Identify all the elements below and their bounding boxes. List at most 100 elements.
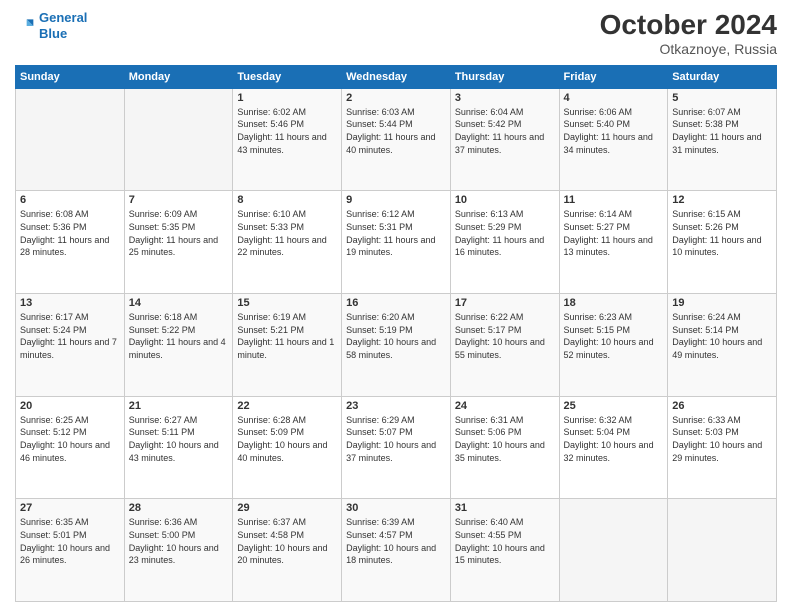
day-cell-2-3: 16 Sunrise: 6:20 AMSunset: 5:19 PMDaylig… bbox=[342, 294, 451, 397]
header-thursday: Thursday bbox=[450, 65, 559, 88]
day-number: 18 bbox=[564, 297, 664, 309]
day-number: 23 bbox=[346, 400, 446, 412]
day-cell-3-0: 20 Sunrise: 6:25 AMSunset: 5:12 PMDaylig… bbox=[16, 396, 125, 499]
week-row-4: 27 Sunrise: 6:35 AMSunset: 5:01 PMDaylig… bbox=[16, 499, 777, 602]
day-info: Sunrise: 6:37 AMSunset: 4:58 PMDaylight:… bbox=[237, 516, 337, 566]
day-cell-1-5: 11 Sunrise: 6:14 AMSunset: 5:27 PMDaylig… bbox=[559, 191, 668, 294]
day-cell-0-3: 2 Sunrise: 6:03 AMSunset: 5:44 PMDayligh… bbox=[342, 88, 451, 191]
day-cell-2-6: 19 Sunrise: 6:24 AMSunset: 5:14 PMDaylig… bbox=[668, 294, 777, 397]
day-info: Sunrise: 6:17 AMSunset: 5:24 PMDaylight:… bbox=[20, 311, 120, 361]
day-info: Sunrise: 6:35 AMSunset: 5:01 PMDaylight:… bbox=[20, 516, 120, 566]
day-number: 27 bbox=[20, 502, 120, 514]
day-cell-2-1: 14 Sunrise: 6:18 AMSunset: 5:22 PMDaylig… bbox=[124, 294, 233, 397]
week-row-2: 13 Sunrise: 6:17 AMSunset: 5:24 PMDaylig… bbox=[16, 294, 777, 397]
day-info: Sunrise: 6:40 AMSunset: 4:55 PMDaylight:… bbox=[455, 516, 555, 566]
logo: General Blue bbox=[15, 10, 87, 41]
day-cell-3-5: 25 Sunrise: 6:32 AMSunset: 5:04 PMDaylig… bbox=[559, 396, 668, 499]
day-number: 9 bbox=[346, 194, 446, 206]
day-cell-1-0: 6 Sunrise: 6:08 AMSunset: 5:36 PMDayligh… bbox=[16, 191, 125, 294]
day-info: Sunrise: 6:19 AMSunset: 5:21 PMDaylight:… bbox=[237, 311, 337, 361]
day-info: Sunrise: 6:07 AMSunset: 5:38 PMDaylight:… bbox=[672, 106, 772, 156]
header-tuesday: Tuesday bbox=[233, 65, 342, 88]
day-number: 29 bbox=[237, 502, 337, 514]
header-sunday: Sunday bbox=[16, 65, 125, 88]
day-cell-1-3: 9 Sunrise: 6:12 AMSunset: 5:31 PMDayligh… bbox=[342, 191, 451, 294]
day-number: 1 bbox=[237, 92, 337, 104]
day-number: 12 bbox=[672, 194, 772, 206]
week-row-3: 20 Sunrise: 6:25 AMSunset: 5:12 PMDaylig… bbox=[16, 396, 777, 499]
calendar: Sunday Monday Tuesday Wednesday Thursday… bbox=[15, 65, 777, 602]
day-number: 20 bbox=[20, 400, 120, 412]
day-cell-4-3: 30 Sunrise: 6:39 AMSunset: 4:57 PMDaylig… bbox=[342, 499, 451, 602]
day-cell-4-2: 29 Sunrise: 6:37 AMSunset: 4:58 PMDaylig… bbox=[233, 499, 342, 602]
logo-text: General Blue bbox=[39, 10, 87, 41]
day-info: Sunrise: 6:13 AMSunset: 5:29 PMDaylight:… bbox=[455, 208, 555, 258]
day-cell-3-4: 24 Sunrise: 6:31 AMSunset: 5:06 PMDaylig… bbox=[450, 396, 559, 499]
day-cell-3-2: 22 Sunrise: 6:28 AMSunset: 5:09 PMDaylig… bbox=[233, 396, 342, 499]
day-number: 24 bbox=[455, 400, 555, 412]
day-cell-3-3: 23 Sunrise: 6:29 AMSunset: 5:07 PMDaylig… bbox=[342, 396, 451, 499]
day-info: Sunrise: 6:14 AMSunset: 5:27 PMDaylight:… bbox=[564, 208, 664, 258]
location: Otkaznoye, Russia bbox=[600, 41, 777, 57]
day-info: Sunrise: 6:36 AMSunset: 5:00 PMDaylight:… bbox=[129, 516, 229, 566]
day-number: 13 bbox=[20, 297, 120, 309]
day-info: Sunrise: 6:10 AMSunset: 5:33 PMDaylight:… bbox=[237, 208, 337, 258]
day-number: 8 bbox=[237, 194, 337, 206]
day-info: Sunrise: 6:15 AMSunset: 5:26 PMDaylight:… bbox=[672, 208, 772, 258]
day-number: 31 bbox=[455, 502, 555, 514]
header: General Blue October 2024 Otkaznoye, Rus… bbox=[15, 10, 777, 57]
day-number: 15 bbox=[237, 297, 337, 309]
day-cell-4-6 bbox=[668, 499, 777, 602]
day-info: Sunrise: 6:27 AMSunset: 5:11 PMDaylight:… bbox=[129, 414, 229, 464]
day-info: Sunrise: 6:39 AMSunset: 4:57 PMDaylight:… bbox=[346, 516, 446, 566]
day-info: Sunrise: 6:06 AMSunset: 5:40 PMDaylight:… bbox=[564, 106, 664, 156]
day-cell-0-4: 3 Sunrise: 6:04 AMSunset: 5:42 PMDayligh… bbox=[450, 88, 559, 191]
day-cell-2-5: 18 Sunrise: 6:23 AMSunset: 5:15 PMDaylig… bbox=[559, 294, 668, 397]
day-number: 16 bbox=[346, 297, 446, 309]
day-cell-4-4: 31 Sunrise: 6:40 AMSunset: 4:55 PMDaylig… bbox=[450, 499, 559, 602]
title-block: October 2024 Otkaznoye, Russia bbox=[600, 10, 777, 57]
day-cell-1-4: 10 Sunrise: 6:13 AMSunset: 5:29 PMDaylig… bbox=[450, 191, 559, 294]
day-number: 22 bbox=[237, 400, 337, 412]
day-cell-1-6: 12 Sunrise: 6:15 AMSunset: 5:26 PMDaylig… bbox=[668, 191, 777, 294]
day-cell-0-6: 5 Sunrise: 6:07 AMSunset: 5:38 PMDayligh… bbox=[668, 88, 777, 191]
day-cell-4-5 bbox=[559, 499, 668, 602]
day-number: 30 bbox=[346, 502, 446, 514]
day-info: Sunrise: 6:23 AMSunset: 5:15 PMDaylight:… bbox=[564, 311, 664, 361]
day-info: Sunrise: 6:20 AMSunset: 5:19 PMDaylight:… bbox=[346, 311, 446, 361]
day-number: 6 bbox=[20, 194, 120, 206]
weekday-header-row: Sunday Monday Tuesday Wednesday Thursday… bbox=[16, 65, 777, 88]
day-number: 21 bbox=[129, 400, 229, 412]
day-number: 28 bbox=[129, 502, 229, 514]
day-info: Sunrise: 6:18 AMSunset: 5:22 PMDaylight:… bbox=[129, 311, 229, 361]
day-info: Sunrise: 6:33 AMSunset: 5:03 PMDaylight:… bbox=[672, 414, 772, 464]
day-info: Sunrise: 6:25 AMSunset: 5:12 PMDaylight:… bbox=[20, 414, 120, 464]
day-number: 10 bbox=[455, 194, 555, 206]
day-cell-4-0: 27 Sunrise: 6:35 AMSunset: 5:01 PMDaylig… bbox=[16, 499, 125, 602]
day-cell-1-2: 8 Sunrise: 6:10 AMSunset: 5:33 PMDayligh… bbox=[233, 191, 342, 294]
logo-general: General bbox=[39, 10, 87, 25]
day-cell-2-2: 15 Sunrise: 6:19 AMSunset: 5:21 PMDaylig… bbox=[233, 294, 342, 397]
day-info: Sunrise: 6:22 AMSunset: 5:17 PMDaylight:… bbox=[455, 311, 555, 361]
header-saturday: Saturday bbox=[668, 65, 777, 88]
day-cell-2-0: 13 Sunrise: 6:17 AMSunset: 5:24 PMDaylig… bbox=[16, 294, 125, 397]
week-row-1: 6 Sunrise: 6:08 AMSunset: 5:36 PMDayligh… bbox=[16, 191, 777, 294]
day-number: 2 bbox=[346, 92, 446, 104]
day-cell-0-5: 4 Sunrise: 6:06 AMSunset: 5:40 PMDayligh… bbox=[559, 88, 668, 191]
day-number: 5 bbox=[672, 92, 772, 104]
header-friday: Friday bbox=[559, 65, 668, 88]
day-info: Sunrise: 6:32 AMSunset: 5:04 PMDaylight:… bbox=[564, 414, 664, 464]
day-info: Sunrise: 6:29 AMSunset: 5:07 PMDaylight:… bbox=[346, 414, 446, 464]
day-number: 19 bbox=[672, 297, 772, 309]
day-info: Sunrise: 6:28 AMSunset: 5:09 PMDaylight:… bbox=[237, 414, 337, 464]
day-info: Sunrise: 6:31 AMSunset: 5:06 PMDaylight:… bbox=[455, 414, 555, 464]
day-number: 14 bbox=[129, 297, 229, 309]
header-monday: Monday bbox=[124, 65, 233, 88]
logo-icon bbox=[15, 16, 35, 36]
day-info: Sunrise: 6:03 AMSunset: 5:44 PMDaylight:… bbox=[346, 106, 446, 156]
day-cell-4-1: 28 Sunrise: 6:36 AMSunset: 5:00 PMDaylig… bbox=[124, 499, 233, 602]
day-cell-3-6: 26 Sunrise: 6:33 AMSunset: 5:03 PMDaylig… bbox=[668, 396, 777, 499]
week-row-0: 1 Sunrise: 6:02 AMSunset: 5:46 PMDayligh… bbox=[16, 88, 777, 191]
day-cell-0-0 bbox=[16, 88, 125, 191]
day-info: Sunrise: 6:04 AMSunset: 5:42 PMDaylight:… bbox=[455, 106, 555, 156]
